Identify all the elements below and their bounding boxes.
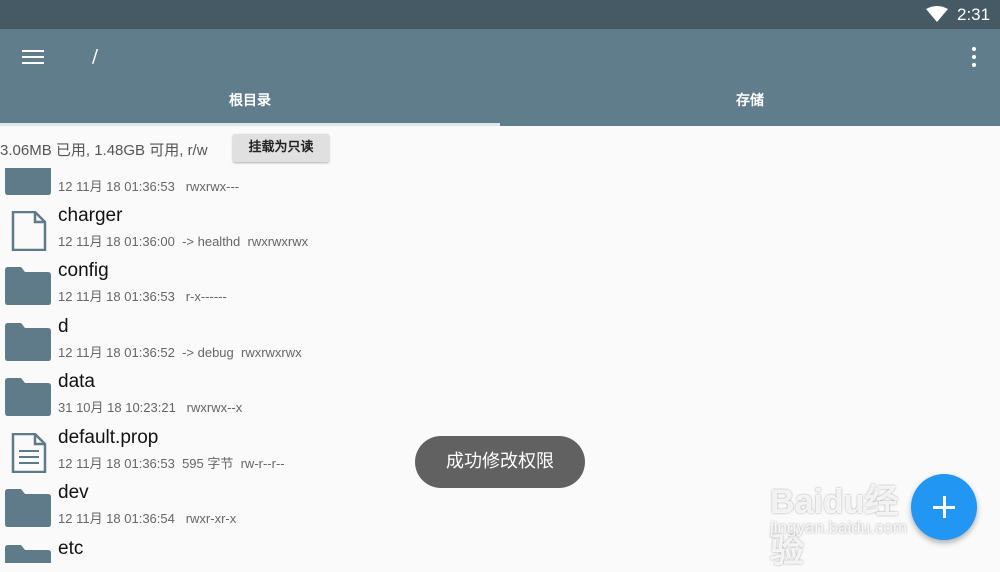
file-meta: 31 10月 18 10:23:21 rwxrwx--x	[58, 400, 243, 415]
menu-icon[interactable]	[18, 45, 50, 69]
wifi-icon	[926, 6, 948, 22]
toast-message: 成功修改权限	[415, 436, 585, 488]
file-meta: 12 11月 18 01:36:53 595 字节 rw-r--r--	[58, 456, 285, 471]
file-meta: 12 11月 18 01:36:53 r-x------	[58, 289, 227, 304]
file-name: data	[58, 371, 95, 392]
current-path: /	[92, 46, 99, 67]
file-name: etc	[58, 538, 84, 559]
folder-icon	[5, 489, 51, 527]
list-item[interactable]: d 12 11月 18 01:36:52 -> debug rwxrwxrwx	[0, 314, 1000, 369]
watermark-sub: jingyan.baidu.com	[770, 518, 908, 537]
file-name: config	[58, 260, 109, 281]
list-item[interactable]: charger 12 11月 18 01:36:00 -> healthd rw…	[0, 203, 1000, 258]
file-name: d	[58, 316, 69, 337]
tab-storage[interactable]: 存储	[500, 85, 1000, 126]
tab-storage-label: 存储	[736, 93, 764, 109]
status-time: 2:31	[957, 5, 991, 24]
file-name: cache	[58, 168, 109, 172]
folder-icon	[5, 323, 51, 361]
app-bar: / 根目录 存储	[0, 29, 1000, 126]
file-icon	[11, 211, 47, 251]
mount-readonly-button[interactable]: 挂载为只读	[233, 134, 329, 162]
file-meta: 12 11月 18 01:36:54 rwxr-xr-x	[58, 511, 237, 526]
file-name: dev	[58, 482, 89, 503]
list-item[interactable]: cache 12 11月 18 01:36:53 rwxrwx---	[0, 168, 1000, 203]
file-meta: 12 11月 18 01:36:53 rwxrwx---	[58, 179, 240, 194]
storage-info-text: 3.06MB 已用, 1.48GB 可用, r/w	[0, 142, 208, 159]
more-vert-icon[interactable]	[962, 43, 986, 71]
status-bar: 2:31	[0, 0, 1000, 29]
file-name: charger	[58, 205, 123, 226]
file-name: default.prop	[58, 427, 159, 448]
file-meta: 12 11月 18 01:36:00 -> healthd rwxrwxrwx	[58, 234, 309, 249]
folder-icon	[5, 168, 51, 195]
tab-root-label: 根目录	[229, 93, 271, 109]
file-meta: 12 11月 18 01:36:52 -> debug rwxrwxrwx	[58, 345, 302, 360]
list-item[interactable]: config 12 11月 18 01:36:53 r-x------	[0, 258, 1000, 313]
folder-icon	[5, 378, 51, 416]
baidu-watermark: Baidu经验 jingyan.baidu.com	[770, 470, 930, 570]
text-file-icon	[11, 433, 47, 473]
storage-info-bar: 3.06MB 已用, 1.48GB 可用, r/w	[0, 128, 1000, 168]
list-item[interactable]: data 31 10月 18 10:23:21 rwxrwx--x	[0, 369, 1000, 424]
tab-root[interactable]: 根目录	[0, 85, 500, 126]
folder-icon	[5, 545, 51, 563]
folder-icon	[5, 267, 51, 305]
